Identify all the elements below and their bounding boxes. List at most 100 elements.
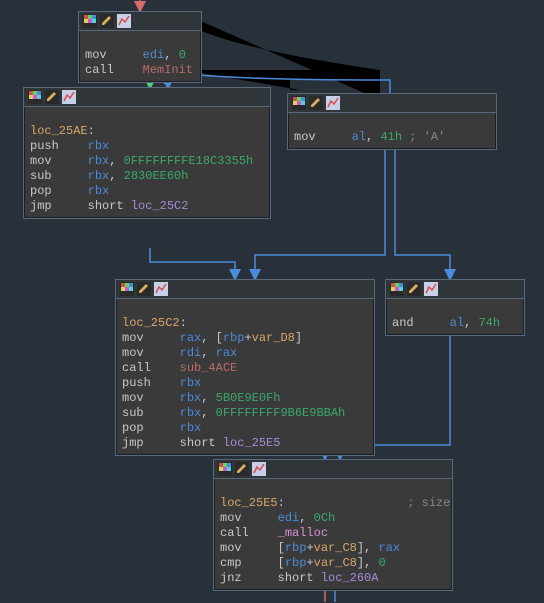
edit-icon[interactable] [45, 90, 59, 104]
color-icon[interactable] [390, 282, 404, 296]
immediate: 0FFFFFFFF9B6E9BBAh [216, 406, 346, 420]
register: rbx [180, 421, 202, 435]
sep: , [366, 130, 380, 144]
open: [ [278, 541, 285, 555]
graph-icon[interactable] [62, 90, 76, 104]
sep: , [ [201, 331, 223, 345]
immediate: 0 [378, 556, 385, 570]
plus: + [306, 541, 313, 555]
open: [ [278, 556, 285, 570]
prefix: short [88, 199, 131, 213]
edit-icon[interactable] [407, 282, 421, 296]
register: rbp [223, 331, 245, 345]
color-icon[interactable] [28, 90, 42, 104]
cfg-node-block2[interactable]: mov al, 41h ; 'A' [287, 93, 497, 150]
register: edi [143, 48, 165, 62]
mnemonic: jmp [122, 436, 144, 450]
mnemonic: mov [122, 391, 144, 405]
register: rax [378, 541, 400, 555]
var-ref[interactable]: var_D8 [252, 331, 295, 345]
call-target[interactable]: sub_4ACE [180, 361, 238, 375]
color-icon[interactable] [120, 282, 134, 296]
graph-icon[interactable] [326, 96, 340, 110]
immediate: 41h [380, 130, 402, 144]
register: edi [278, 511, 300, 525]
location-label[interactable]: loc_25E5 [220, 496, 278, 510]
mnemonic: mov [85, 48, 107, 62]
node-toolbar [288, 94, 496, 113]
close: ], [357, 556, 379, 570]
location-label[interactable]: loc_25C2 [122, 316, 180, 330]
cfg-node-block5[interactable]: loc_25E5: ; size mov edi, 0Ch call _mall… [213, 459, 453, 591]
sep: , [109, 154, 123, 168]
color-icon[interactable] [218, 462, 232, 476]
node-toolbar [116, 280, 374, 299]
register: al [352, 130, 366, 144]
loc-ref[interactable]: loc_25E5 [223, 436, 281, 450]
immediate: 74h [478, 316, 500, 330]
register: rax [216, 346, 238, 360]
edit-icon[interactable] [100, 14, 114, 28]
mnemonic: jnz [220, 571, 242, 585]
register: rbx [180, 391, 202, 405]
register: rbx [180, 406, 202, 420]
color-icon[interactable] [292, 96, 306, 110]
comment: ; 'A' [402, 130, 445, 144]
edit-icon[interactable] [137, 282, 151, 296]
node-toolbar [24, 88, 270, 107]
cfg-node-block1[interactable]: loc_25AE: push rbx mov rbx, 0FFFFFFFFE18… [23, 87, 271, 219]
register: rbx [88, 154, 110, 168]
register: rbx [88, 184, 110, 198]
register: rbp [285, 541, 307, 555]
cfg-node-block0[interactable]: mov edi, 0 call MemInit [78, 11, 202, 83]
call-target[interactable]: _malloc [278, 526, 328, 540]
edit-icon[interactable] [309, 96, 323, 110]
immediate: 0Ch [314, 511, 336, 525]
loc-ref[interactable]: loc_25C2 [131, 199, 189, 213]
edit-icon[interactable] [235, 462, 249, 476]
mnemonic: call [85, 63, 114, 77]
register: rdi [180, 346, 202, 360]
sep: , [109, 169, 123, 183]
close: ] [295, 331, 302, 345]
plus: + [306, 556, 313, 570]
register: rbp [285, 556, 307, 570]
node-toolbar [79, 12, 201, 31]
cfg-node-block3[interactable]: loc_25C2: mov rax, [rbp+var_D8] mov rdi,… [115, 279, 375, 456]
var-ref[interactable]: var_C8 [314, 556, 357, 570]
sep: , [201, 346, 215, 360]
immediate: 0FFFFFFFFE18C3355h [124, 154, 254, 168]
mnemonic: mov [294, 130, 316, 144]
loc-ref[interactable]: loc_260A [321, 571, 379, 585]
colon: : [278, 496, 285, 510]
immediate: 2830EE60h [124, 169, 189, 183]
immediate: 5B0E9E0Fh [216, 391, 281, 405]
call-target[interactable]: MemInit [143, 63, 193, 77]
sep: , [299, 511, 313, 525]
colon: : [180, 316, 187, 330]
mnemonic: mov [30, 154, 52, 168]
node-toolbar [386, 280, 524, 299]
graph-icon[interactable] [424, 282, 438, 296]
mnemonic: call [220, 526, 249, 540]
color-icon[interactable] [83, 14, 97, 28]
code-block: loc_25AE: push rbx mov rbx, 0FFFFFFFFE18… [24, 107, 270, 218]
comment: ; size [407, 496, 450, 510]
mnemonic: and [392, 316, 414, 330]
mnemonic: mov [220, 541, 242, 555]
graph-icon[interactable] [154, 282, 168, 296]
mnemonic: push [122, 376, 151, 390]
cfg-node-block4[interactable]: and al, 74h [385, 279, 525, 336]
register: rbx [180, 376, 202, 390]
code-block: loc_25C2: mov rax, [rbp+var_D8] mov rdi,… [116, 299, 374, 455]
graph-icon[interactable] [252, 462, 266, 476]
mnemonic: jmp [30, 199, 52, 213]
graph-icon[interactable] [117, 14, 131, 28]
mnemonic: pop [30, 184, 52, 198]
register: rbx [88, 169, 110, 183]
var-ref[interactable]: var_C8 [314, 541, 357, 555]
sep: , [201, 406, 215, 420]
location-label[interactable]: loc_25AE [30, 124, 88, 138]
register: rbx [88, 139, 110, 153]
code-block: mov al, 41h ; 'A' [288, 113, 496, 149]
